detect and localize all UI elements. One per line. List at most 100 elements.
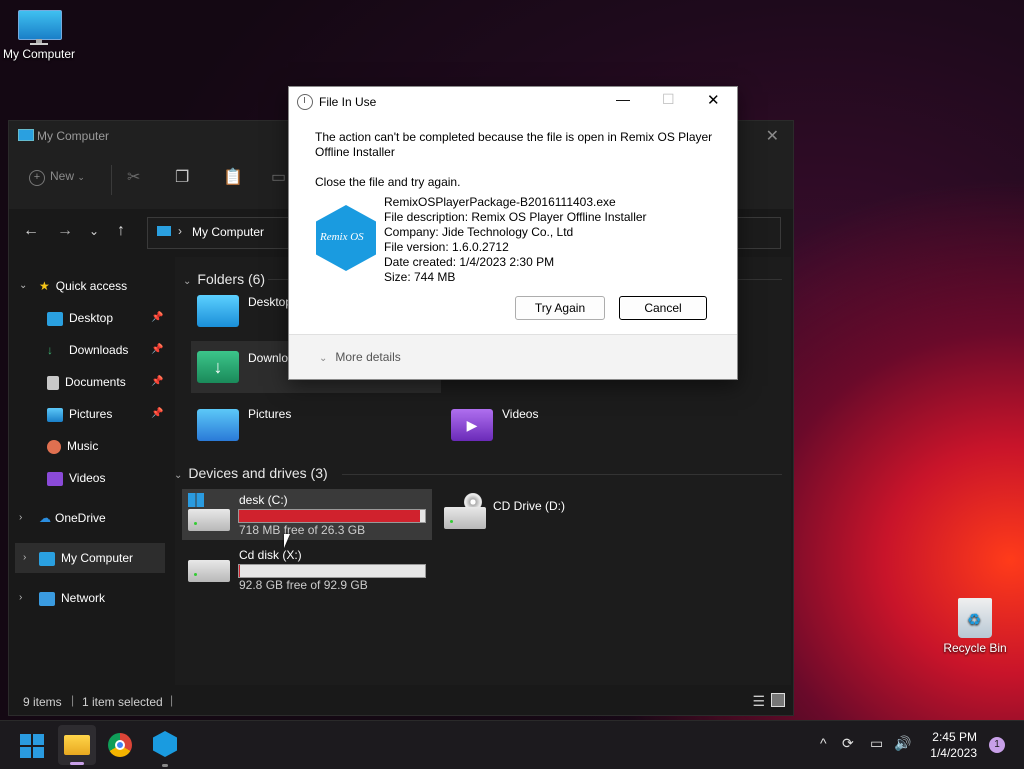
remix-os-player-icon[interactable] [153,731,177,757]
close-icon[interactable]: ✕ [766,126,779,146]
volume-icon[interactable]: 🔊 [894,735,911,752]
sidebar-item-label: Quick access [56,279,127,293]
chevron-right-icon: › [19,583,22,613]
sidebar-item-videos[interactable]: Videos [47,463,167,493]
details-view-icon[interactable]: ☰ [752,693,765,710]
maximize-icon[interactable]: ☐ [662,91,675,108]
chrome-icon[interactable] [108,733,132,757]
sidebar-item-network[interactable]: › Network [39,583,167,613]
paste-icon[interactable]: 📋 [223,167,243,187]
minimize-icon[interactable]: — [616,91,630,107]
chevron-down-icon: ⌄ [19,271,27,301]
drive-usage-fill [239,510,420,522]
back-arrow-icon[interactable]: ← [23,222,39,240]
recent-chevron-icon[interactable]: ⌄ [89,224,99,238]
file-name: RemixOSPlayerPackage-B2016111403.exe [384,195,647,210]
sync-icon[interactable]: ⟳ [842,735,854,752]
dialog-message: The action can't be completed because th… [315,130,725,160]
notification-badge[interactable]: 1 [989,737,1005,753]
tiles-view-icon[interactable] [771,693,785,707]
toolbar-separator [111,165,112,195]
chevron-right-icon: › [19,503,22,533]
new-label: New [50,169,74,183]
drive-label: CD Drive (D:) [493,499,565,513]
desktop-icon-my-computer[interactable]: My Computer [0,10,82,61]
drive-x[interactable]: Cd disk (X:) 92.8 GB free of 92.9 GB [182,545,432,596]
file-explorer-icon[interactable] [64,735,90,755]
drive-label: desk (C:) [239,493,288,507]
desktop-icon-label: Recycle Bin [943,641,1006,655]
devices-drives-header[interactable]: ⌄Devices and drives (3) [174,465,328,481]
new-button[interactable]: +New ⌄ [29,169,85,186]
folder-label: Videos [502,407,538,421]
folder-pictures[interactable]: Pictures [191,399,431,451]
item-count: 9 items [23,695,62,709]
network-icon[interactable]: ▭ [870,735,883,752]
message-line: Offline Installer [315,145,725,160]
drive-usage-bar [238,509,426,523]
desktop-icon-recycle-bin[interactable]: ♻ Recycle Bin [932,598,1018,655]
document-icon [47,376,59,390]
sidebar-item-label: Downloads [69,343,128,357]
downloads-folder-icon: ↓ [197,351,239,383]
network-icon [39,592,55,606]
system-clock[interactable]: 2:45 PM 1/4/2023 [930,729,977,761]
music-icon [47,440,61,454]
folders-section-header[interactable]: ⌄Folders (6) [183,271,265,287]
clock-date: 1/4/2023 [930,745,977,761]
file-description: File description: Remix OS Player Offlin… [384,210,647,225]
cut-icon[interactable]: ✂ [127,167,140,187]
sidebar-item-pictures[interactable]: Pictures 📌 [47,399,167,429]
hard-drive-icon [188,560,230,582]
folder-label: Pictures [248,407,291,421]
chevron-down-icon: ⌄ [183,276,191,287]
drive-free-text: 92.8 GB free of 92.9 GB [239,578,368,592]
sidebar-item-documents[interactable]: Documents 📌 [47,367,167,397]
sidebar-item-music[interactable]: Music [47,431,167,461]
drive-c[interactable]: desk (C:) 718 MB free of 26.3 GB [182,489,432,540]
cd-drive-icon [444,507,486,529]
sidebar-item-quick-access[interactable]: ⌄ ★Quick access [39,271,167,301]
videos-folder-icon: ▶ [451,409,493,441]
copy-icon[interactable]: ❐ [175,167,189,187]
more-details-toggle[interactable]: ⌄More details [319,350,401,364]
show-hidden-icons-chevron-icon[interactable]: ^ [820,735,827,751]
sidebar-item-desktop[interactable]: Desktop 📌 [47,303,167,333]
clock-icon [297,94,313,110]
videos-icon [47,472,63,486]
folder-label: Desktop [248,295,292,309]
sidebar-item-onedrive[interactable]: › ☁OneDrive [39,503,167,533]
file-date-created: Date created: 1/4/2023 2:30 PM [384,255,647,270]
forward-arrow-icon[interactable]: → [57,222,73,240]
chevron-right-icon: › [23,543,26,573]
section-divider [342,474,782,475]
up-arrow-icon[interactable]: ↑ [117,222,125,240]
drive-d[interactable]: CD Drive (D:) [436,489,686,540]
close-icon[interactable]: ✕ [707,91,720,109]
rename-icon[interactable]: ▭ [271,167,286,187]
pictures-folder-icon [197,409,239,441]
windows-start-icon[interactable] [20,734,44,758]
drive-usage-bar [238,564,426,578]
breadcrumb[interactable]: My Computer [192,225,264,239]
sidebar-item-my-computer[interactable]: › My Computer [15,543,165,573]
drive-free-text: 718 MB free of 26.3 GB [239,523,365,537]
more-details-label: More details [335,350,400,364]
navigation-pane: ⌄ ★Quick access Desktop 📌 ↓Downloads 📌 D… [9,257,167,685]
recycle-bin-icon: ♻ [958,598,992,638]
try-again-button[interactable]: Try Again [515,296,605,320]
app-running-indicator [162,764,168,767]
sidebar-item-label: OneDrive [55,511,106,525]
selected-count: 1 item selected [82,695,163,709]
desktop-folder-icon [197,295,239,327]
folder-videos[interactable]: ▶ Videos [445,399,685,451]
cancel-button[interactable]: Cancel [619,296,707,320]
monitor-icon [157,226,171,236]
pictures-icon [47,408,63,422]
desktop-icon-label: My Computer [3,47,75,61]
status-separator: | [71,693,74,707]
sidebar-item-downloads[interactable]: ↓Downloads 📌 [47,335,167,365]
chevron-down-icon: ⌄ [77,172,85,182]
taskbar: ^ ⟳ ▭ 🔊 2:45 PM 1/4/2023 1 [0,720,1024,769]
download-arrow-icon: ↓ [47,335,63,365]
